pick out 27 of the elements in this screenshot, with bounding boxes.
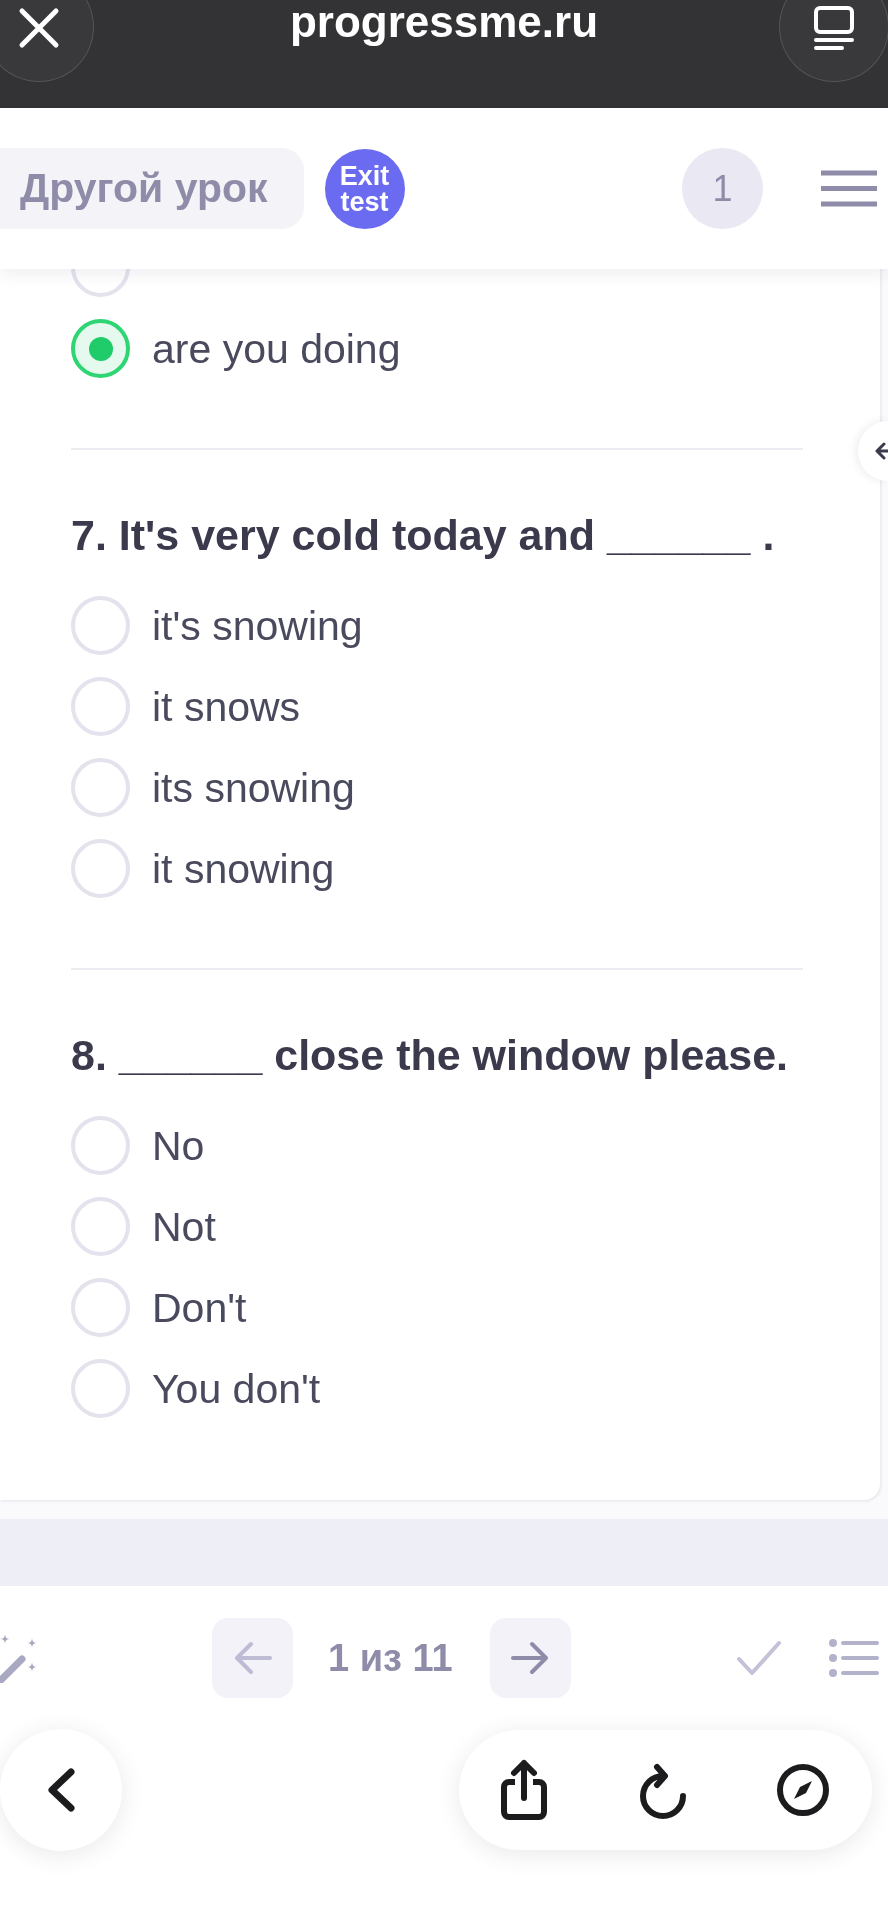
list-icon[interactable] [828,1639,879,1677]
share-icon[interactable] [499,1758,549,1822]
chevron-left-icon [46,1767,76,1813]
arrow-left-icon [875,441,888,461]
option-label[interactable]: Not [152,1201,216,1252]
panel-lines-icon [814,6,854,50]
check-icon[interactable] [735,1639,782,1677]
menu-icon[interactable] [821,170,877,207]
arrow-left-icon [232,1641,273,1675]
arrow-right-icon [510,1641,551,1675]
option-label[interactable]: Don't [152,1282,247,1333]
option-label[interactable]: are you doing [152,323,401,374]
option-label[interactable]: it snowing [152,843,335,894]
compass-icon[interactable] [776,1763,830,1817]
option-label[interactable]: its snowing [152,762,355,813]
option-label[interactable]: it snows [152,681,301,732]
option-label[interactable]: No [152,1120,205,1171]
count-badge: 1 [682,148,763,229]
close-icon [17,6,61,50]
question-text: 8. ______ close the window please. [71,1030,789,1081]
page-counter: 1 из 11 [328,1636,453,1680]
option-label[interactable]: You don't [152,1363,321,1414]
next-button[interactable] [489,1618,571,1698]
question-text: 7. It's very cold today and ______ . [71,510,776,561]
exit-test-button[interactable]: Exit test [324,148,405,229]
option-label[interactable]: it's snowing [152,600,363,651]
address-text[interactable]: progressme.ru [289,0,599,46]
